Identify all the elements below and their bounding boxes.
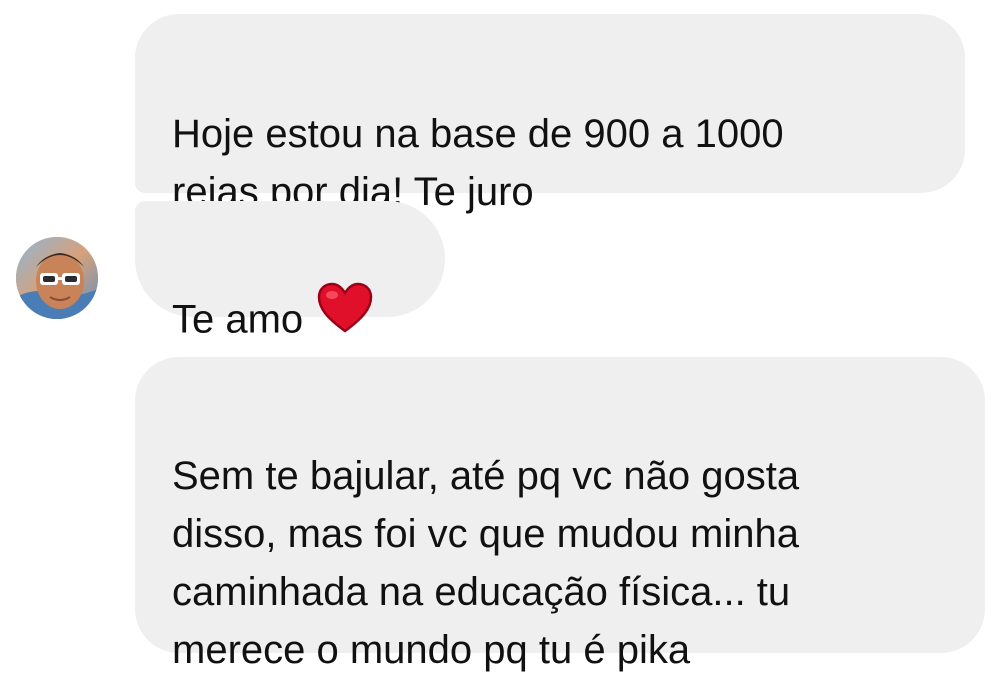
message-text-1: Hoje estou na base de 900 a 1000 reias p… xyxy=(172,112,784,214)
avatar-image xyxy=(16,237,98,319)
message-bubble-2[interactable]: Te amo xyxy=(135,201,445,342)
contact-avatar[interactable] xyxy=(16,237,98,319)
message-text-2: Te amo xyxy=(172,297,304,342)
message-bubble-1[interactable]: Hoje estou na base de 900 a 1000 reias p… xyxy=(135,14,965,214)
message-text-3: Sem te bajular, até pq vc não gosta diss… xyxy=(172,454,800,672)
heart-icon xyxy=(317,282,373,350)
message-bubble-3[interactable]: Sem te bajular, até pq vc não gosta diss… xyxy=(135,357,985,672)
